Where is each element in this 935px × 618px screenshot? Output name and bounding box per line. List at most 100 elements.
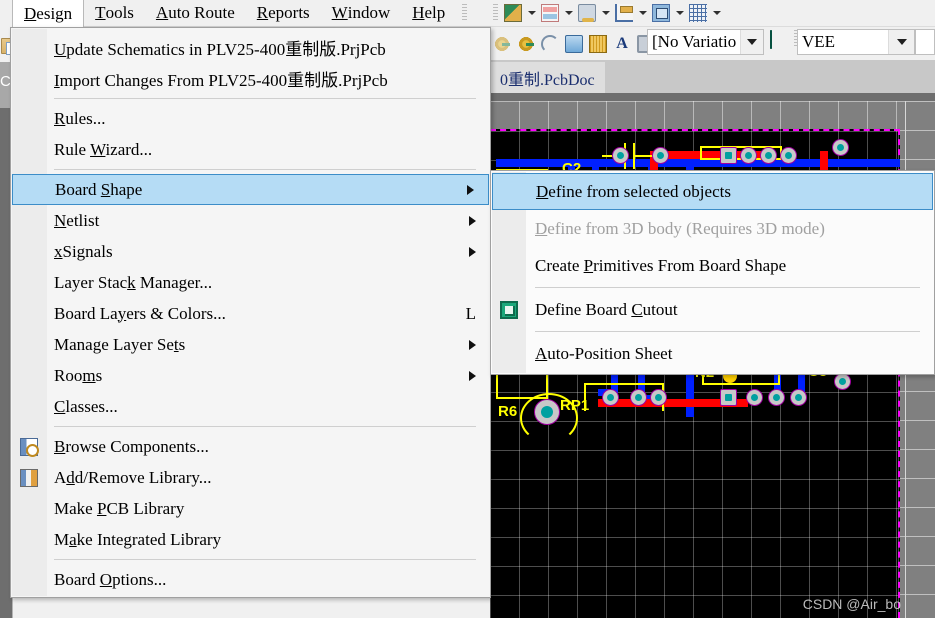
board-shape-submenu[interactable]: Define from selected objects Define from …: [490, 170, 935, 375]
pad[interactable]: [630, 389, 647, 406]
empty-combo[interactable]: [915, 29, 935, 55]
pad[interactable]: [602, 389, 619, 406]
menu-item-label: Manage Layer Sets: [54, 335, 185, 355]
board-cutout-icon: [500, 301, 518, 319]
pad[interactable]: [650, 389, 667, 406]
swap-layers-dropdown-icon[interactable]: [673, 2, 686, 24]
design-toolbar: [490, 0, 935, 26]
menu-item-define-from-selected-objects[interactable]: Define from selected objects: [492, 173, 933, 210]
grid-dropdown-icon[interactable]: [710, 2, 723, 24]
library-icon: [20, 469, 38, 487]
menu-item-layer-stack-manager[interactable]: Layer Stack Manager...: [11, 267, 490, 298]
menu-item-label: Classes...: [54, 397, 118, 417]
menu-item-xsignals[interactable]: xSignals: [11, 236, 490, 267]
component-designator-r6[interactable]: R6: [498, 403, 517, 420]
variant-selector[interactable]: [No Variatio: [647, 29, 764, 55]
pad[interactable]: [790, 389, 807, 406]
menu-item-label: Board Options...: [54, 570, 166, 590]
menubar-item-design[interactable]: Design: [12, 0, 84, 27]
menubar-item-reports[interactable]: Reports: [246, 0, 321, 27]
design-dropdown-menu[interactable]: Update Schematics in PLV25-400重制版.PrjPcb…: [10, 27, 491, 598]
menu-item-make-integrated-library[interactable]: Make Integrated Library: [11, 524, 490, 555]
menu-item-shortcut: L: [446, 304, 476, 324]
menu-item-make-pcb-library[interactable]: Make PCB Library: [11, 493, 490, 524]
menu-item-update-schematics-in-plv25-400-prjpcb[interactable]: Update Schematics in PLV25-400重制版.PrjPcb: [11, 32, 490, 63]
net-selector[interactable]: VEE: [797, 29, 915, 55]
chevron-down-icon[interactable]: [888, 30, 914, 54]
pad[interactable]: [768, 389, 785, 406]
pad[interactable]: [612, 147, 629, 164]
variant-selector-value: [No Variatio: [648, 32, 740, 52]
toolbar-grip[interactable]: [493, 4, 498, 22]
browse-components-icon: [20, 438, 38, 456]
submenu-arrow-icon: [469, 340, 476, 350]
ruler-measure-dropdown-icon[interactable]: [525, 2, 538, 24]
place-arc-icon[interactable]: [538, 33, 562, 55]
menubar-grip[interactable]: [462, 4, 467, 22]
menu-item-auto-position-sheet[interactable]: Auto-Position Sheet: [491, 335, 934, 372]
menu-item-classes[interactable]: Classes...: [11, 391, 490, 422]
place-pad-icon[interactable]: [490, 33, 514, 55]
menu-item-netlist[interactable]: Netlist: [11, 205, 490, 236]
pad[interactable]: [760, 147, 777, 164]
pad[interactable]: [720, 147, 737, 164]
menu-item-rooms[interactable]: Rooms: [11, 360, 490, 391]
dimension-dropdown-icon[interactable]: [636, 2, 649, 24]
grid-icon[interactable]: [686, 2, 710, 24]
pad[interactable]: [832, 139, 849, 156]
menu-separator: [54, 98, 476, 99]
menu-item-rule-wizard[interactable]: Rule Wizard...: [11, 134, 490, 165]
menu-item-label: Define from 3D body (Requires 3D mode): [535, 219, 825, 239]
place-fill-icon[interactable]: [586, 33, 610, 55]
menubar-item-window[interactable]: Window: [321, 0, 402, 27]
dimension-icon[interactable]: [612, 2, 636, 24]
ruler-measure-icon[interactable]: [501, 2, 525, 24]
menu-item-add-remove-library[interactable]: Add/Remove Library...: [11, 462, 490, 493]
menu-item-manage-layer-sets[interactable]: Manage Layer Sets: [11, 329, 490, 360]
menubar-item-tools[interactable]: Tools: [84, 0, 145, 27]
menu-separator: [535, 287, 920, 288]
menu-item-define-board-cutout[interactable]: Define Board Cutout: [491, 291, 934, 328]
layer-stack-dropdown-icon[interactable]: [562, 2, 575, 24]
menubar-item-help[interactable]: Help: [401, 0, 456, 27]
submenu-arrow-icon: [469, 247, 476, 257]
place-text-icon[interactable]: A: [610, 33, 634, 55]
binoculars-find-icon[interactable]: [575, 2, 599, 24]
menubar-item-auto-route[interactable]: Auto Route: [145, 0, 246, 27]
menu-separator: [54, 426, 476, 427]
find-dropdown-icon[interactable]: [599, 2, 612, 24]
pad[interactable]: [720, 389, 737, 406]
menu-item-browse-components[interactable]: Browse Components...: [11, 431, 490, 462]
pad[interactable]: [740, 147, 757, 164]
swap-layers-icon[interactable]: [649, 2, 673, 24]
menu-item-label: Add/Remove Library...: [54, 468, 212, 488]
component-designator-rp1[interactable]: RP1: [560, 397, 589, 414]
chevron-down-icon[interactable]: [740, 30, 763, 54]
menu-item-board-shape[interactable]: Board Shape: [12, 174, 489, 205]
menu-item-rules[interactable]: Rules...: [11, 103, 490, 134]
menu-item-label: Make PCB Library: [54, 499, 184, 519]
document-tab[interactable]: 0重制.PcbDoc: [490, 62, 605, 93]
menu-separator: [54, 559, 476, 560]
submenu-arrow-icon: [469, 216, 476, 226]
pad[interactable]: [652, 147, 669, 164]
menu-item-import-changes-from-plv25-400-prjpcb[interactable]: Import Changes From PLV25-400重制版.PrjPcb: [11, 63, 490, 94]
menu-separator: [54, 169, 476, 170]
pad[interactable]: [746, 389, 763, 406]
menu-item-board-options[interactable]: Board Options...: [11, 564, 490, 595]
place-via-icon[interactable]: [514, 33, 538, 55]
menu-item-label: Make Integrated Library: [54, 530, 221, 550]
menu-item-create-primitives-from-board-shape[interactable]: Create Primitives From Board Shape: [491, 247, 934, 284]
layer-stack-icon[interactable]: [538, 2, 562, 24]
menu-item-label: Board Layers & Colors...: [54, 304, 226, 324]
pad[interactable]: [780, 147, 797, 164]
pcb-board-icon[interactable]: [770, 31, 772, 49]
menu-item-label: Auto-Position Sheet: [535, 344, 672, 364]
place-rectangle-icon[interactable]: [562, 33, 586, 55]
menu-item-label: Update Schematics in PLV25-400重制版.PrjPcb: [54, 35, 386, 60]
menu-item-label: Define Board Cutout: [535, 300, 678, 320]
pad[interactable]: [834, 373, 851, 390]
submenu-arrow-icon: [467, 185, 474, 195]
application-window: C A [No Variatio VEE: [0, 0, 935, 618]
menu-item-board-layers-colors[interactable]: Board Layers & Colors... L: [11, 298, 490, 329]
